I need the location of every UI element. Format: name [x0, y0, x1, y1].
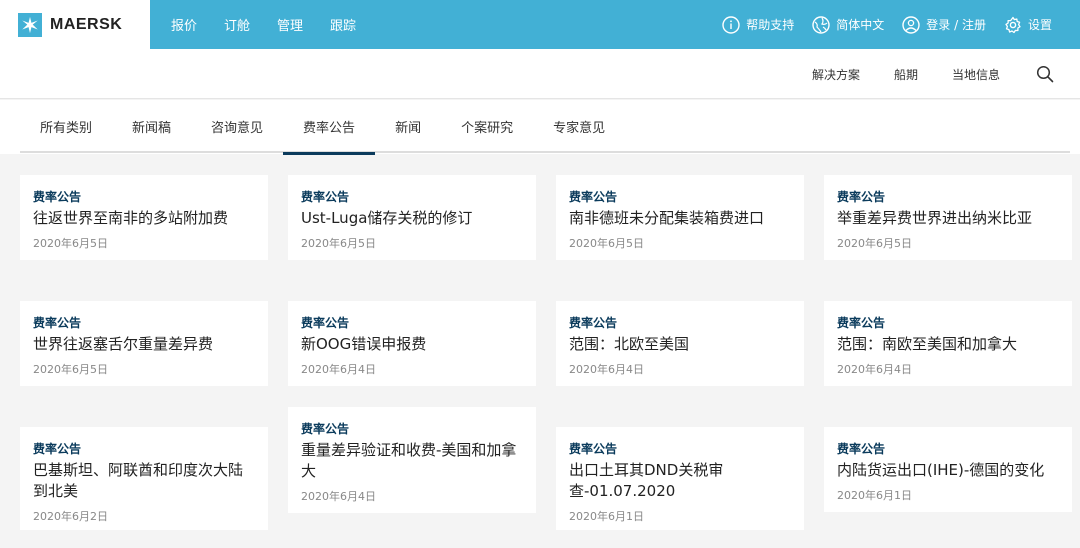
user-icon — [902, 15, 920, 34]
settings-link[interactable]: 设置 — [1004, 16, 1052, 34]
nav-item-solutions[interactable]: 解决方案 — [812, 66, 860, 83]
globe-icon — [812, 15, 830, 34]
brand-name: MAERSK — [50, 15, 123, 33]
card-category: 费率公告 — [33, 442, 82, 456]
card-date: 2020年6月4日 — [301, 363, 376, 376]
card-category: 费率公告 — [569, 190, 618, 204]
help-support-link[interactable]: 帮助支持 — [722, 15, 795, 34]
card-category: 费率公告 — [837, 190, 886, 204]
article-card[interactable]: 费率公告 出口土耳其DND关税审查-01.07.2020 2020年6月1日 — [556, 427, 804, 530]
tab-rate-announcements[interactable]: 费率公告 — [283, 100, 376, 155]
card-date: 2020年6月4日 — [569, 363, 644, 376]
card-title: 南非德班未分配集装箱费进口 — [569, 209, 765, 227]
card-category: 费率公告 — [301, 190, 350, 204]
help-support-label: 帮助支持 — [746, 18, 795, 32]
nav-item-track[interactable]: 跟踪 — [330, 15, 356, 34]
search-icon[interactable] — [1036, 65, 1054, 83]
utility-nav: 帮助支持 简体中文 登录 / 注册 设置 — [704, 0, 1052, 49]
tab-all-categories[interactable]: 所有类别 — [20, 100, 112, 153]
card-date: 2020年6月5日 — [33, 363, 108, 376]
card-category: 费率公告 — [837, 316, 886, 330]
article-card[interactable]: 费率公告 新OOG错误申报费 2020年6月4日 — [288, 301, 536, 386]
card-date: 2020年6月4日 — [837, 363, 912, 376]
article-card[interactable]: 费率公告 重量差异验证和收费-美国和加拿大 2020年6月4日 — [288, 407, 536, 513]
category-tabs: 所有类别 新闻稿 咨询意见 费率公告 新闻 个案研究 专家意见 — [20, 100, 1070, 155]
nav-item-manage[interactable]: 管理 — [277, 15, 303, 34]
login-register-link[interactable]: 登录 / 注册 — [902, 15, 986, 34]
card-category: 费率公告 — [33, 316, 82, 330]
article-card[interactable]: 费率公告 范围：北欧至美国 2020年6月4日 — [556, 301, 804, 386]
nav-item-quote[interactable]: 报价 — [171, 15, 197, 34]
article-card[interactable]: 费率公告 范围：南欧至美国和加拿大 2020年6月4日 — [824, 301, 1072, 386]
card-title: 世界往返塞舌尔重量差异费 — [33, 335, 214, 353]
article-card[interactable]: 费率公告 举重差异费世界进出纳米比亚 2020年6月5日 — [824, 175, 1072, 260]
settings-label: 设置 — [1027, 18, 1052, 32]
card-category: 费率公告 — [301, 422, 350, 436]
language-label: 简体中文 — [836, 18, 885, 32]
card-category: 费率公告 — [837, 442, 886, 456]
card-category: 费率公告 — [569, 442, 618, 456]
card-date: 2020年6月5日 — [301, 237, 376, 250]
card-title: Ust-Luga储存关税的修订 — [301, 209, 473, 227]
card-date: 2020年6月5日 — [569, 237, 644, 250]
article-card[interactable]: 费率公告 往返世界至南非的多站附加费 2020年6月5日 — [20, 175, 268, 260]
card-title: 新OOG错误申报费 — [301, 335, 427, 353]
secondary-nav: 解决方案 船期 当地信息 — [778, 49, 1054, 99]
tab-advisories[interactable]: 咨询意见 — [191, 100, 283, 153]
article-card[interactable]: 费率公告 南非德班未分配集装箱费进口 2020年6月5日 — [556, 175, 804, 260]
card-title: 出口土耳其DND关税审查-01.07.2020 — [569, 461, 724, 500]
article-card[interactable]: 费率公告 Ust-Luga储存关税的修订 2020年6月5日 — [288, 175, 536, 260]
login-register-label: 登录 / 注册 — [926, 18, 986, 32]
card-date: 2020年6月2日 — [33, 510, 108, 523]
secondary-nav-bar: 解决方案 船期 当地信息 — [0, 49, 1080, 99]
main-nav-bar: 报价 订舱 管理 跟踪 帮助支持 简体中文 登录 / 注册 设置 — [150, 0, 1080, 49]
gear-icon — [1005, 16, 1021, 33]
card-date: 2020年6月1日 — [837, 489, 912, 502]
card-title: 内陆货运出口(IHE)-德国的变化 — [837, 461, 1045, 479]
card-date: 2020年6月4日 — [301, 490, 376, 503]
card-title: 举重差异费世界进出纳米比亚 — [837, 209, 1033, 227]
info-icon — [722, 15, 740, 34]
nav-item-local-info[interactable]: 当地信息 — [952, 66, 1000, 83]
top-bar: MAERSK 报价 订舱 管理 跟踪 帮助支持 简体中文 登录 / 注册 设置 — [0, 0, 1080, 49]
language-selector[interactable]: 简体中文 — [812, 15, 885, 34]
card-title: 巴基斯坦、阿联酋和印度次大陆到北美 — [33, 461, 244, 500]
main-nav: 报价 订舱 管理 跟踪 — [171, 15, 383, 34]
card-title: 范围：南欧至美国和加拿大 — [837, 335, 1018, 353]
tab-expert-opinions[interactable]: 专家意见 — [533, 100, 625, 153]
nav-item-schedules[interactable]: 船期 — [894, 66, 918, 83]
card-date: 2020年6月5日 — [837, 237, 912, 250]
article-card[interactable]: 费率公告 内陆货运出口(IHE)-德国的变化 2020年6月1日 — [824, 427, 1072, 512]
card-date: 2020年6月1日 — [569, 510, 644, 523]
tab-news[interactable]: 新闻 — [375, 100, 441, 153]
card-category: 费率公告 — [569, 316, 618, 330]
card-title: 范围：北欧至美国 — [569, 335, 690, 353]
card-category: 费率公告 — [33, 190, 82, 204]
tab-case-studies[interactable]: 个案研究 — [441, 100, 533, 153]
nav-item-book[interactable]: 订舱 — [224, 15, 250, 34]
article-card[interactable]: 费率公告 巴基斯坦、阿联酋和印度次大陆到北美 2020年6月2日 — [20, 427, 268, 530]
card-category: 费率公告 — [301, 316, 350, 330]
article-card[interactable]: 费率公告 世界往返塞舌尔重量差异费 2020年6月5日 — [20, 301, 268, 386]
card-title: 重量差异验证和收费-美国和加拿大 — [301, 441, 517, 480]
card-date: 2020年6月5日 — [33, 237, 108, 250]
logo[interactable]: MAERSK — [0, 0, 150, 49]
star-logo-icon — [18, 12, 42, 37]
tab-press-releases[interactable]: 新闻稿 — [112, 100, 191, 153]
category-tabs-bar: 所有类别 新闻稿 咨询意见 费率公告 新闻 个案研究 专家意见 — [0, 100, 1080, 155]
card-title: 往返世界至南非的多站附加费 — [33, 209, 229, 227]
